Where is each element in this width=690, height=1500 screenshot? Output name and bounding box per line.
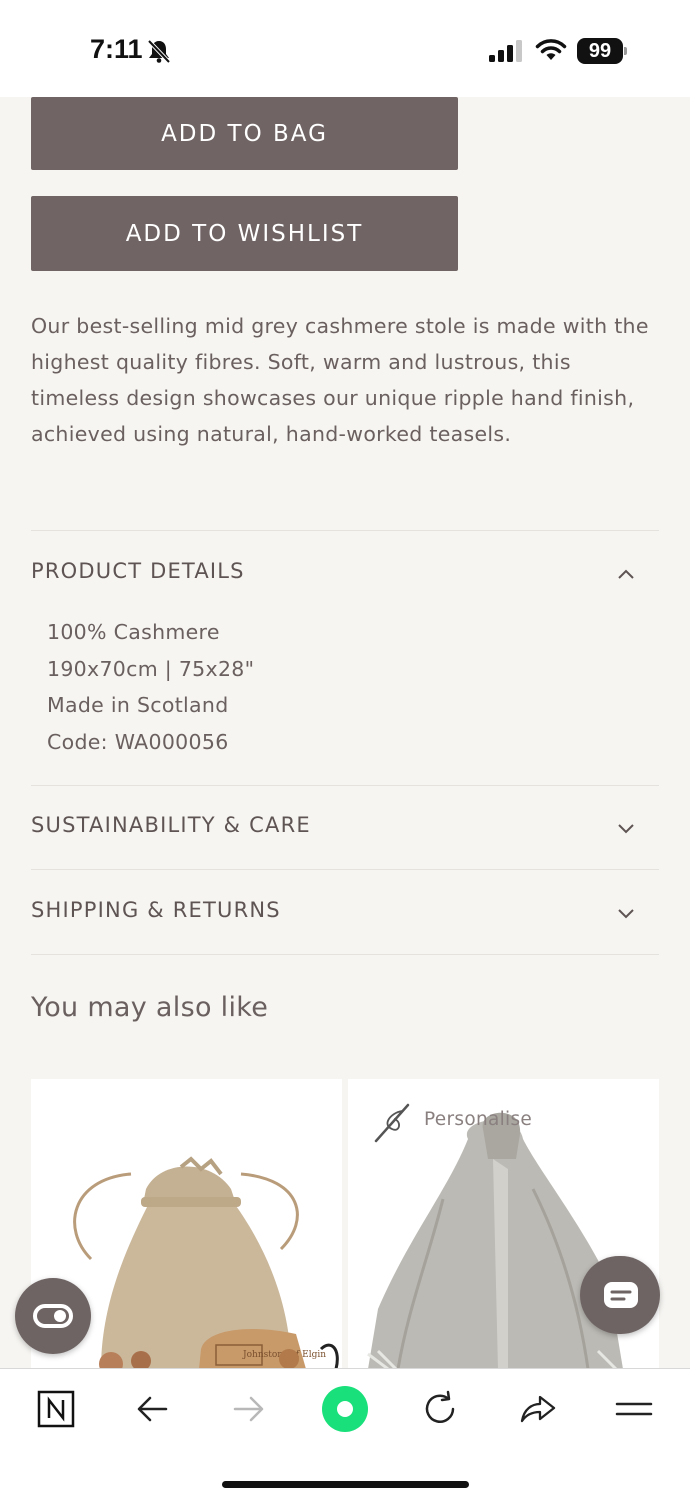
- divider: [31, 869, 659, 870]
- product-details-list: 100% Cashmere 190x70cm | 75x28" Made in …: [47, 614, 254, 760]
- detail-origin: Made in Scotland: [47, 693, 229, 717]
- accessibility-toggle-button[interactable]: [15, 1278, 91, 1354]
- product-description: Our best-selling mid grey cashmere stole…: [31, 314, 649, 446]
- browser-home-icon[interactable]: [321, 1385, 369, 1433]
- accordion-product-details-title[interactable]: PRODUCT DETAILS: [31, 559, 245, 583]
- status-bar: 7:11 99: [0, 0, 690, 97]
- cellular-signal-icon: [489, 40, 522, 62]
- battery-level: 99: [577, 38, 623, 64]
- forward-arrow-icon[interactable]: [229, 1389, 269, 1429]
- detail-code: Code: WA000056: [47, 729, 229, 754]
- chevron-down-icon[interactable]: [617, 907, 635, 919]
- recommendations-heading: You may also like: [31, 992, 269, 1023]
- home-indicator: [222, 1481, 469, 1488]
- divider: [31, 954, 659, 955]
- detail-material: 100% Cashmere: [47, 620, 220, 644]
- add-to-wishlist-button[interactable]: ADD TO WISHLIST: [31, 196, 458, 271]
- add-to-bag-button[interactable]: ADD TO BAG: [31, 97, 458, 170]
- chevron-down-icon[interactable]: [617, 822, 635, 834]
- status-time: 7:11: [90, 34, 143, 64]
- share-icon[interactable]: [518, 1389, 558, 1429]
- toggle-icon: [33, 1304, 73, 1328]
- divider: [31, 785, 659, 786]
- needle-thread-icon: [374, 1103, 410, 1143]
- wifi-icon: [535, 39, 567, 60]
- divider: [31, 530, 659, 531]
- notion-n-icon[interactable]: [36, 1389, 76, 1429]
- accordion-shipping-title[interactable]: SHIPPING & RETURNS: [31, 898, 281, 922]
- chat-button[interactable]: [580, 1256, 660, 1334]
- menu-icon[interactable]: [614, 1389, 654, 1429]
- detail-size: 190x70cm | 75x28": [47, 656, 255, 681]
- chevron-up-icon[interactable]: [617, 568, 635, 580]
- battery-indicator: 99: [577, 38, 627, 64]
- personalise-badge[interactable]: Personalise: [424, 1109, 532, 1130]
- back-arrow-icon[interactable]: [132, 1389, 172, 1429]
- silent-bell-icon: [147, 39, 171, 64]
- chat-icon: [604, 1282, 638, 1308]
- reload-icon[interactable]: [420, 1389, 460, 1429]
- browser-toolbar: [0, 1368, 690, 1500]
- accordion-sustainability-title[interactable]: SUSTAINABILITY & CARE: [31, 813, 311, 837]
